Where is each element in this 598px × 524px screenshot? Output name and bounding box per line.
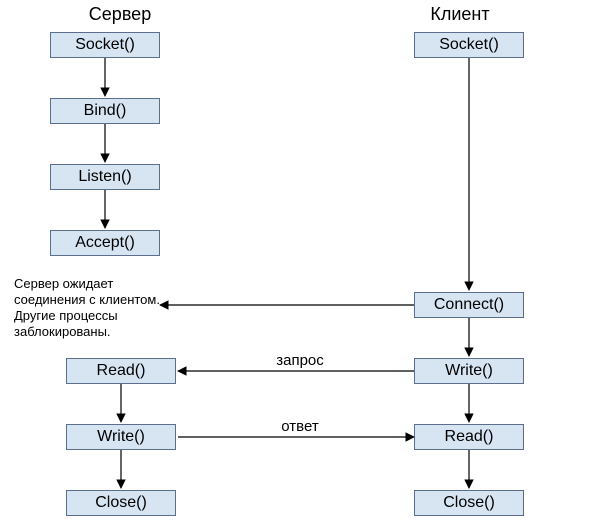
response-label: ответ [260, 418, 340, 435]
socket-flow-diagram: Сервер Клиент Socket() Bind() Listen() A… [0, 0, 598, 524]
server-accept-box: Accept() [50, 230, 160, 256]
client-heading: Клиент [380, 4, 540, 25]
client-connect-box: Connect() [414, 292, 524, 318]
client-read-box: Read() [414, 424, 524, 450]
server-write-box: Write() [66, 424, 176, 450]
server-close-box: Close() [66, 490, 176, 516]
request-label: запрос [260, 352, 340, 369]
client-close-box: Close() [414, 490, 524, 516]
client-write-box: Write() [414, 358, 524, 384]
wait-note-line1: Сервер ожидает [14, 276, 113, 291]
wait-note-line3: Другие процессы [14, 308, 118, 323]
server-listen-box: Listen() [50, 164, 160, 190]
wait-note-line2: соединения с клиентом. [14, 292, 160, 307]
wait-note: Сервер ожидает соединения с клиентом. Др… [14, 276, 160, 340]
server-bind-box: Bind() [50, 98, 160, 124]
server-socket-box: Socket() [50, 32, 160, 58]
server-read-box: Read() [66, 358, 176, 384]
client-socket-box: Socket() [414, 32, 524, 58]
wait-note-line4: заблокированы. [14, 324, 111, 339]
server-heading: Сервер [40, 4, 200, 25]
